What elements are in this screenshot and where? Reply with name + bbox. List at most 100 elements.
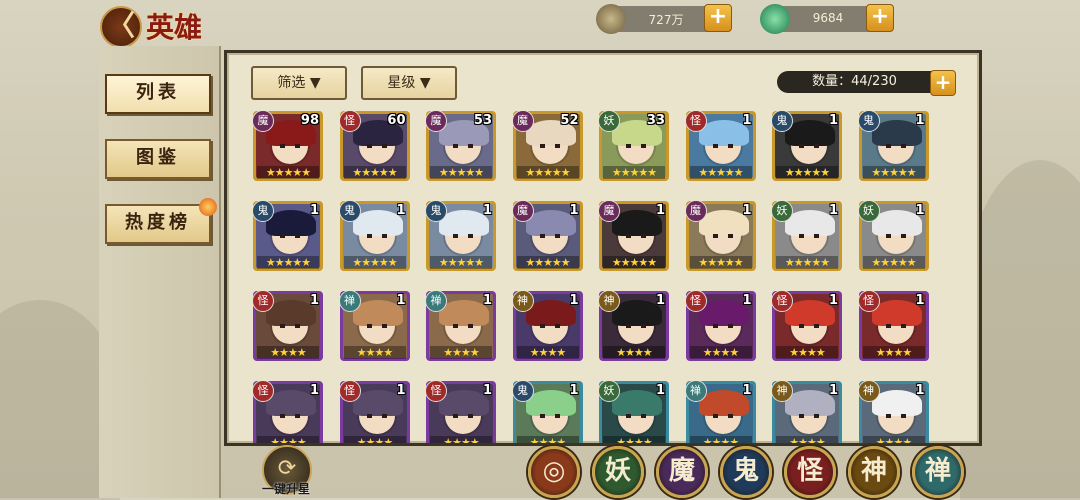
- hero-card[interactable]: 妖 33 ★★★★★: [599, 111, 669, 181]
- hero-level: 1: [742, 293, 752, 308]
- hero-level: 1: [742, 203, 752, 218]
- hero-card[interactable]: 神 1 ★★★★: [599, 291, 669, 361]
- hero-card[interactable]: 魔 98 ★★★★★: [253, 111, 323, 181]
- hero-eyes: [626, 234, 646, 238]
- faction-badge: 怪: [339, 381, 361, 402]
- hero-eyes: [280, 234, 300, 238]
- hero-stars: ★★★★: [430, 346, 492, 359]
- hero-level: 60: [387, 113, 406, 128]
- hero-card[interactable]: 鬼 1 ★★★★★: [426, 201, 496, 271]
- hero-card[interactable]: 怪 1 ★★★★★: [685, 111, 756, 181]
- hero-eyes: [366, 324, 387, 328]
- hero-eyes: [539, 324, 560, 328]
- faction-badge: 怪: [858, 291, 880, 312]
- hero-grid: 魔 98 ★★★★★ 怪 60 ★★★★★ 魔 53 ★★★★★ 魔 52 ★★★★★ 妖 33 ★★★★★…: [253, 111, 943, 443]
- hero-eyes: [712, 144, 733, 148]
- hero-stars: ★★★★★: [603, 166, 665, 179]
- hero-card[interactable]: 禅 1 ★★★★: [426, 291, 496, 361]
- hero-card[interactable]: 魔 1 ★★★★★: [685, 201, 756, 271]
- hero-card[interactable]: 怪 1 ★★★★: [772, 291, 842, 361]
- hero-card[interactable]: 魔 1 ★★★★★: [599, 201, 669, 271]
- hero-card[interactable]: 鬼 1 ★★★★: [512, 381, 583, 443]
- hero-level: 1: [655, 293, 665, 308]
- hero-card[interactable]: 鬼 1 ★★★★★: [339, 201, 410, 271]
- hero-level: 1: [915, 113, 925, 128]
- hero-stars: ★★★★★: [257, 166, 319, 179]
- hero-level: 33: [646, 113, 665, 128]
- hero-card[interactable]: 魔 52 ★★★★★: [512, 111, 583, 181]
- star-dropdown[interactable]: 星级 ▼: [361, 66, 457, 100]
- hero-eyes: [366, 144, 387, 148]
- hero-card[interactable]: 怪 1 ★★★★: [253, 381, 323, 443]
- hero-eyes: [626, 414, 646, 418]
- hero-card[interactable]: 怪 1 ★★★★: [339, 381, 410, 443]
- hero-level: 1: [655, 383, 665, 398]
- hero-card[interactable]: 鬼 1 ★★★★★: [858, 111, 929, 181]
- sidebar-item-codex[interactable]: 图鉴: [105, 139, 211, 179]
- hero-eyes: [539, 234, 560, 238]
- cat-yao-button[interactable]: 妖: [592, 446, 644, 498]
- hero-card[interactable]: 禅 1 ★★★★: [339, 291, 410, 361]
- hero-count: 数量：44/230: [777, 71, 932, 93]
- cat-shen-button[interactable]: 神: [848, 446, 900, 498]
- sidebar-item-list[interactable]: 列表: [105, 74, 211, 114]
- sidebar-item-ranking-label: 热度榜: [125, 212, 191, 233]
- hero-stars: ★★★★: [689, 436, 752, 443]
- add-coin-button[interactable]: +: [704, 4, 732, 32]
- hero-card[interactable]: 神 1 ★★★★: [858, 381, 929, 443]
- hero-card[interactable]: 魔 1 ★★★★★: [512, 201, 583, 271]
- hero-level: 53: [473, 113, 492, 128]
- page-title: 英雄: [146, 11, 203, 44]
- back-button[interactable]: 〈: [100, 6, 142, 48]
- hero-card[interactable]: 神 1 ★★★★: [772, 381, 842, 443]
- hero-stars: ★★★★★: [430, 256, 492, 269]
- hero-eyes: [280, 414, 300, 418]
- hero-card[interactable]: 魔 53 ★★★★★: [426, 111, 496, 181]
- hero-eyes: [280, 144, 300, 148]
- hero-card[interactable]: 妖 1 ★★★★: [599, 381, 669, 443]
- hero-card[interactable]: 妖 1 ★★★★★: [858, 201, 929, 271]
- expand-capacity-button[interactable]: +: [930, 70, 956, 96]
- cat-guai-button[interactable]: 怪: [784, 446, 836, 498]
- hero-stars: ★★★★: [689, 346, 752, 359]
- hero-level: 1: [569, 203, 579, 218]
- hero-stars: ★★★★: [603, 436, 665, 443]
- hero-card[interactable]: 鬼 1 ★★★★★: [772, 111, 842, 181]
- hero-stars: ★★★★★: [776, 166, 838, 179]
- hero-eyes: [539, 144, 560, 148]
- faction-badge: 神: [512, 291, 534, 312]
- hero-level: 1: [828, 203, 838, 218]
- hero-stars: ★★★★: [776, 346, 838, 359]
- hero-card[interactable]: 神 1 ★★★★: [512, 291, 583, 361]
- hero-card[interactable]: 鬼 1 ★★★★★: [253, 201, 323, 271]
- hero-card[interactable]: 怪 1 ★★★★: [685, 291, 756, 361]
- hero-card[interactable]: 怪 1 ★★★★: [253, 291, 323, 361]
- sidebar-item-ranking[interactable]: 热度榜: [105, 198, 217, 244]
- hero-card[interactable]: 禅 1 ★★★★: [685, 381, 756, 443]
- hero-card[interactable]: 怪 1 ★★★★: [858, 291, 929, 361]
- cat-gui-button[interactable]: 鬼: [720, 446, 772, 498]
- fire-icon: [199, 198, 217, 216]
- faction-badge: 魔: [685, 201, 707, 222]
- add-jade-button[interactable]: +: [866, 4, 894, 32]
- cat-chan-button[interactable]: 禅: [912, 446, 964, 498]
- hero-stars: ★★★★: [516, 436, 579, 443]
- hero-eyes: [366, 414, 387, 418]
- hero-card[interactable]: 妖 1 ★★★★★: [772, 201, 842, 271]
- hero-level: 1: [309, 383, 319, 398]
- cat-mo-button[interactable]: 魔: [656, 446, 708, 498]
- hero-stars: ★★★★★: [343, 256, 406, 269]
- coin-value: 727万: [648, 13, 684, 27]
- hero-stars: ★★★★: [257, 436, 319, 443]
- hero-stars: ★★★★: [776, 436, 838, 443]
- hero-eyes: [712, 324, 733, 328]
- filter-dropdown[interactable]: 筛选 ▼: [251, 66, 347, 100]
- cat-all-button[interactable]: ◎: [528, 446, 580, 498]
- hero-stars: ★★★★★: [776, 256, 838, 269]
- hero-card[interactable]: 怪 1 ★★★★: [426, 381, 496, 443]
- hero-card[interactable]: 怪 60 ★★★★★: [339, 111, 410, 181]
- hero-eyes: [712, 414, 733, 418]
- hero-eyes: [799, 324, 819, 328]
- hero-eyes: [453, 234, 473, 238]
- hero-eyes: [885, 414, 906, 418]
